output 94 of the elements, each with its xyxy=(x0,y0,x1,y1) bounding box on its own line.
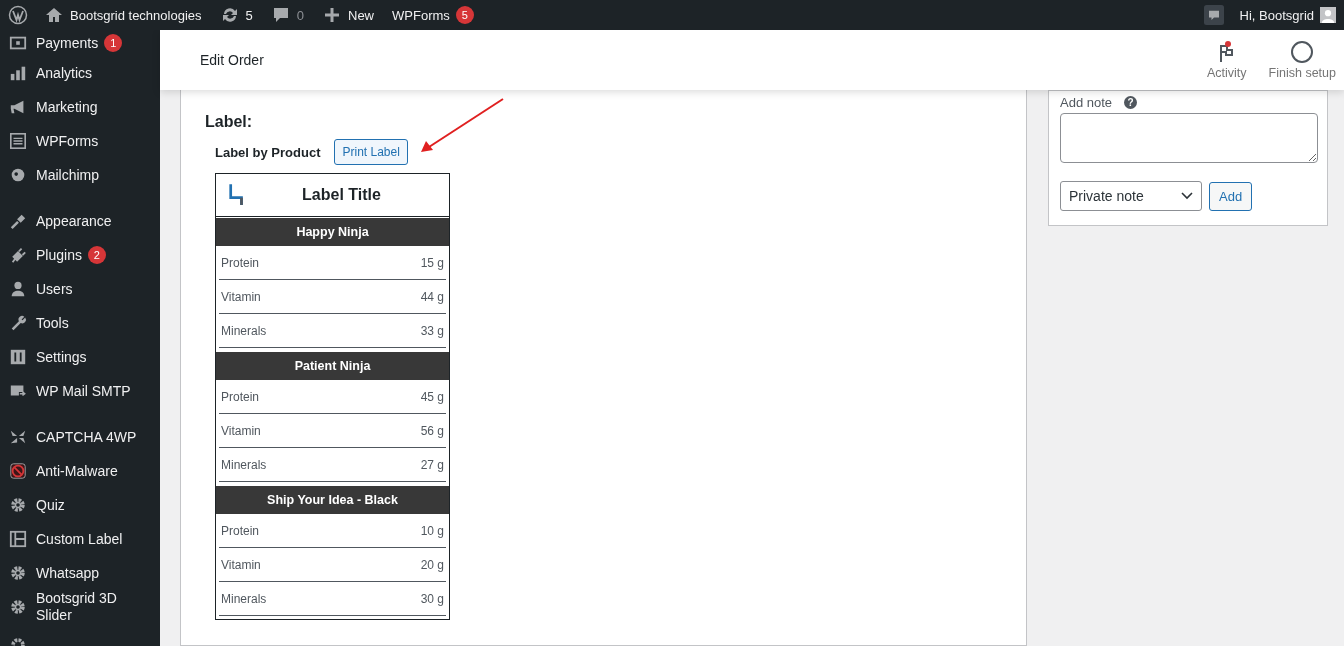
section-heading: Label: xyxy=(205,113,254,131)
brush-icon xyxy=(9,212,27,230)
menu-item[interactable]: Quiz xyxy=(0,488,160,522)
layout-icon xyxy=(9,530,27,548)
nutrient-amount: 30 g xyxy=(420,591,444,606)
menu-item[interactable]: Plugins 2 xyxy=(0,238,160,272)
page-title: Edit Order xyxy=(200,52,264,68)
gear-icon xyxy=(9,496,27,514)
menu-item[interactable]: Tools xyxy=(0,306,160,340)
print-label-button[interactable]: Print Label xyxy=(334,139,408,165)
menu-label: Custom Label xyxy=(36,530,123,548)
product-header: Happy Ninja xyxy=(216,217,449,246)
menu-item[interactable]: WPForms xyxy=(0,124,160,158)
home-icon xyxy=(44,5,64,25)
add-note-button[interactable]: Add xyxy=(1209,181,1253,211)
nutrient-name: Vitamin xyxy=(221,557,261,572)
menu-label: WP Mail SMTP xyxy=(36,382,131,400)
menu-item[interactable]: Settings xyxy=(0,340,160,374)
menu-label: Appearance xyxy=(36,212,112,230)
chart-icon xyxy=(9,64,27,82)
updates-link[interactable]: 5 xyxy=(219,5,253,25)
gear-icon xyxy=(9,598,27,616)
menu-item[interactable]: Analytics xyxy=(0,56,160,90)
help-icon[interactable]: ? xyxy=(1124,95,1138,109)
count-badge: 1 xyxy=(104,34,123,52)
nutrient-name: Minerals xyxy=(221,457,267,472)
plus-icon xyxy=(322,5,342,25)
product-header: Ship Your Idea - Black xyxy=(216,485,449,514)
site-name-link[interactable]: Bootsgrid technologies xyxy=(44,5,202,25)
gear-icon xyxy=(9,564,27,582)
card-icon xyxy=(9,34,27,52)
menu-label: Tools xyxy=(36,314,69,332)
note-type-select[interactable]: Private note xyxy=(1060,181,1202,211)
count-badge: 5 xyxy=(455,6,474,24)
section-subheading: Label by Product xyxy=(215,144,321,160)
menu-label: Analytics xyxy=(36,64,93,82)
circle-icon xyxy=(1290,40,1315,64)
menu-label: Plugins xyxy=(36,246,82,264)
menu-label: Marketing xyxy=(36,98,98,116)
nutrient-amount: 10 g xyxy=(420,523,444,538)
menu-label: Users xyxy=(36,280,73,298)
header-action[interactable]: Activity xyxy=(1207,40,1247,80)
menu-item[interactable]: Users xyxy=(0,272,160,306)
menu-item[interactable]: Marketing xyxy=(0,90,160,124)
menu-item[interactable]: Payments 1 xyxy=(0,30,160,56)
menu-label: Bootsgrid 3D Slider xyxy=(36,590,118,624)
nutrient-name: Vitamin xyxy=(221,289,261,304)
menu-item[interactable]: Custom Label xyxy=(0,522,160,556)
count-badge: 2 xyxy=(87,246,106,264)
nutrient-name: Minerals xyxy=(221,323,267,338)
nutrient-name: Protein xyxy=(221,523,260,538)
note-textarea[interactable] xyxy=(1060,113,1318,163)
header-action[interactable]: Finish setup xyxy=(1268,40,1336,80)
new-link[interactable]: New xyxy=(322,5,374,25)
user-icon xyxy=(9,280,27,298)
menu-label: WPForms xyxy=(36,132,99,150)
label-title: Label Title xyxy=(301,186,382,204)
nutrient-amount: 56 g xyxy=(420,423,444,438)
menu-item[interactable]: Bootsgrid 3D Slider xyxy=(0,590,160,624)
nutrient-name: Minerals xyxy=(221,591,267,606)
user-greeting-link[interactable]: Hi, Bootsgrid xyxy=(1239,7,1314,23)
chat-icon[interactable] xyxy=(1203,5,1224,25)
menu-label: CAPTCHA 4WP xyxy=(36,428,137,446)
menu-label: Settings xyxy=(36,348,87,366)
wordpress-logo-icon[interactable] xyxy=(8,5,28,25)
form-icon xyxy=(9,132,27,150)
plug-icon xyxy=(9,246,27,264)
nutrient-amount: 45 g xyxy=(420,389,444,404)
nutrient-amount: 20 g xyxy=(420,557,444,572)
menu-item[interactable]: Whatsapp xyxy=(0,556,160,590)
menu-label: Anti-Malware xyxy=(36,462,118,480)
logo-icon xyxy=(228,183,246,207)
nutrient-amount: 44 g xyxy=(420,289,444,304)
add-note-label: Add note xyxy=(1060,94,1113,110)
wrench-icon xyxy=(9,314,27,332)
nutrient-amount: 33 g xyxy=(420,323,444,338)
menu-item[interactable]: Anti-Malware xyxy=(0,454,160,488)
nutrient-amount: 15 g xyxy=(420,255,444,270)
comments-link[interactable]: 0 xyxy=(270,5,304,25)
menu-label: Mailchimp xyxy=(36,166,99,184)
nutrient-amount: 27 g xyxy=(420,457,444,472)
menu-item[interactable]: Mailchimp xyxy=(0,158,160,192)
menu-item[interactable]: CAPTCHA 4WP xyxy=(0,420,160,454)
nutrient-name: Protein xyxy=(221,389,260,404)
menu-label: Whatsapp xyxy=(36,564,100,582)
chevron-down-icon xyxy=(1181,192,1193,200)
menu-label: Quiz xyxy=(36,496,65,514)
menu-label: Payments xyxy=(36,34,99,52)
product-header: Patient Ninja xyxy=(216,351,449,380)
wpforms-link[interactable]: WPForms xyxy=(392,7,450,23)
menu-item[interactable]: WP Mail SMTP xyxy=(0,374,160,408)
menu-item[interactable]: Appearance xyxy=(0,204,160,238)
nutrient-name: Vitamin xyxy=(221,423,261,438)
nutrient-name: Protein xyxy=(221,255,260,270)
